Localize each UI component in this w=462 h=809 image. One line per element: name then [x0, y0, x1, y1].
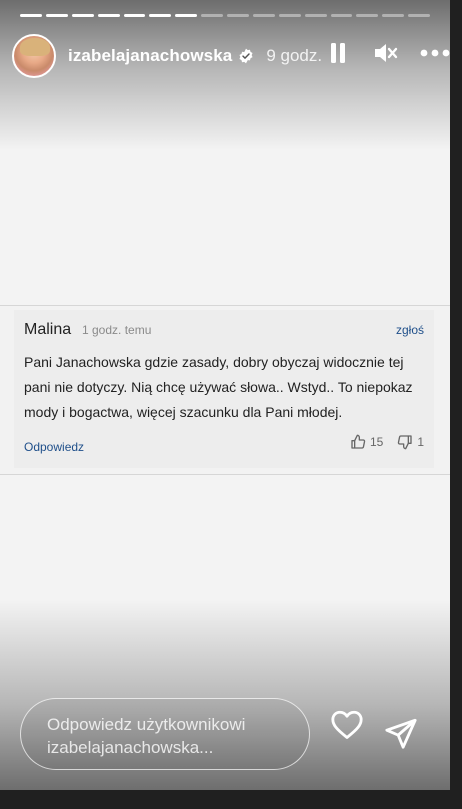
send-icon — [385, 718, 417, 749]
pause-button[interactable] — [330, 42, 346, 64]
story-controls — [330, 42, 450, 64]
story-viewer: Malina 1 godz. temu zgłoś Pani Janachows… — [0, 0, 450, 790]
mute-icon — [375, 44, 398, 62]
dislike-vote: 1 — [397, 434, 424, 450]
progress-segment — [227, 14, 249, 17]
verified-badge-icon — [239, 48, 253, 64]
pause-icon — [331, 43, 345, 63]
progress-segment — [278, 14, 301, 17]
progress-segment — [382, 14, 405, 17]
story-progress-bar — [20, 14, 430, 17]
comment-text: Pani Janachowska gdzie zasady, dobry oby… — [24, 354, 413, 420]
progress-segment — [201, 14, 223, 17]
progress-segment — [20, 14, 42, 17]
progress-segment — [304, 14, 327, 17]
thumbs-down-icon — [398, 435, 412, 450]
frame-edge — [0, 790, 462, 809]
progress-segment — [123, 14, 146, 17]
comment-votes: 15 1 — [350, 434, 424, 450]
comment-reply-link: Odpowiedz — [24, 440, 85, 454]
more-options-button[interactable] — [420, 49, 450, 57]
like-count: 15 — [369, 435, 384, 449]
send-button[interactable] — [384, 716, 418, 750]
frame-edge — [450, 0, 462, 809]
progress-segment — [330, 14, 353, 17]
progress-segment — [149, 14, 172, 17]
report-link: zgłoś — [395, 323, 424, 337]
avatar[interactable] — [12, 34, 56, 78]
like-story-button[interactable] — [330, 708, 364, 742]
reply-input[interactable]: Odpowiedz użytkownikowi izabelajanachows… — [20, 698, 310, 770]
divider — [0, 305, 450, 306]
more-options-icon — [420, 49, 450, 57]
story-username[interactable]: izabelajanachowska — [68, 46, 232, 66]
comment-author: Malina — [24, 321, 72, 338]
story-header: izabelajanachowska 9 godz. — [12, 34, 450, 78]
story-time: 9 godz. — [266, 46, 323, 65]
progress-segment — [175, 14, 198, 17]
comment-card: Malina 1 godz. temu zgłoś Pani Janachows… — [14, 310, 434, 468]
dislike-count: 1 — [417, 435, 424, 449]
heart-icon — [331, 710, 363, 739]
progress-segment — [71, 14, 94, 17]
like-vote: 15 — [350, 434, 383, 450]
progress-segment — [252, 14, 275, 17]
progress-segment — [97, 14, 120, 17]
progress-segment — [408, 14, 430, 17]
thumbs-up-icon — [351, 434, 366, 449]
comment-time: 1 godz. temu — [82, 323, 152, 337]
progress-segment — [45, 14, 68, 17]
mute-button[interactable] — [374, 42, 398, 64]
progress-segment — [356, 14, 379, 17]
